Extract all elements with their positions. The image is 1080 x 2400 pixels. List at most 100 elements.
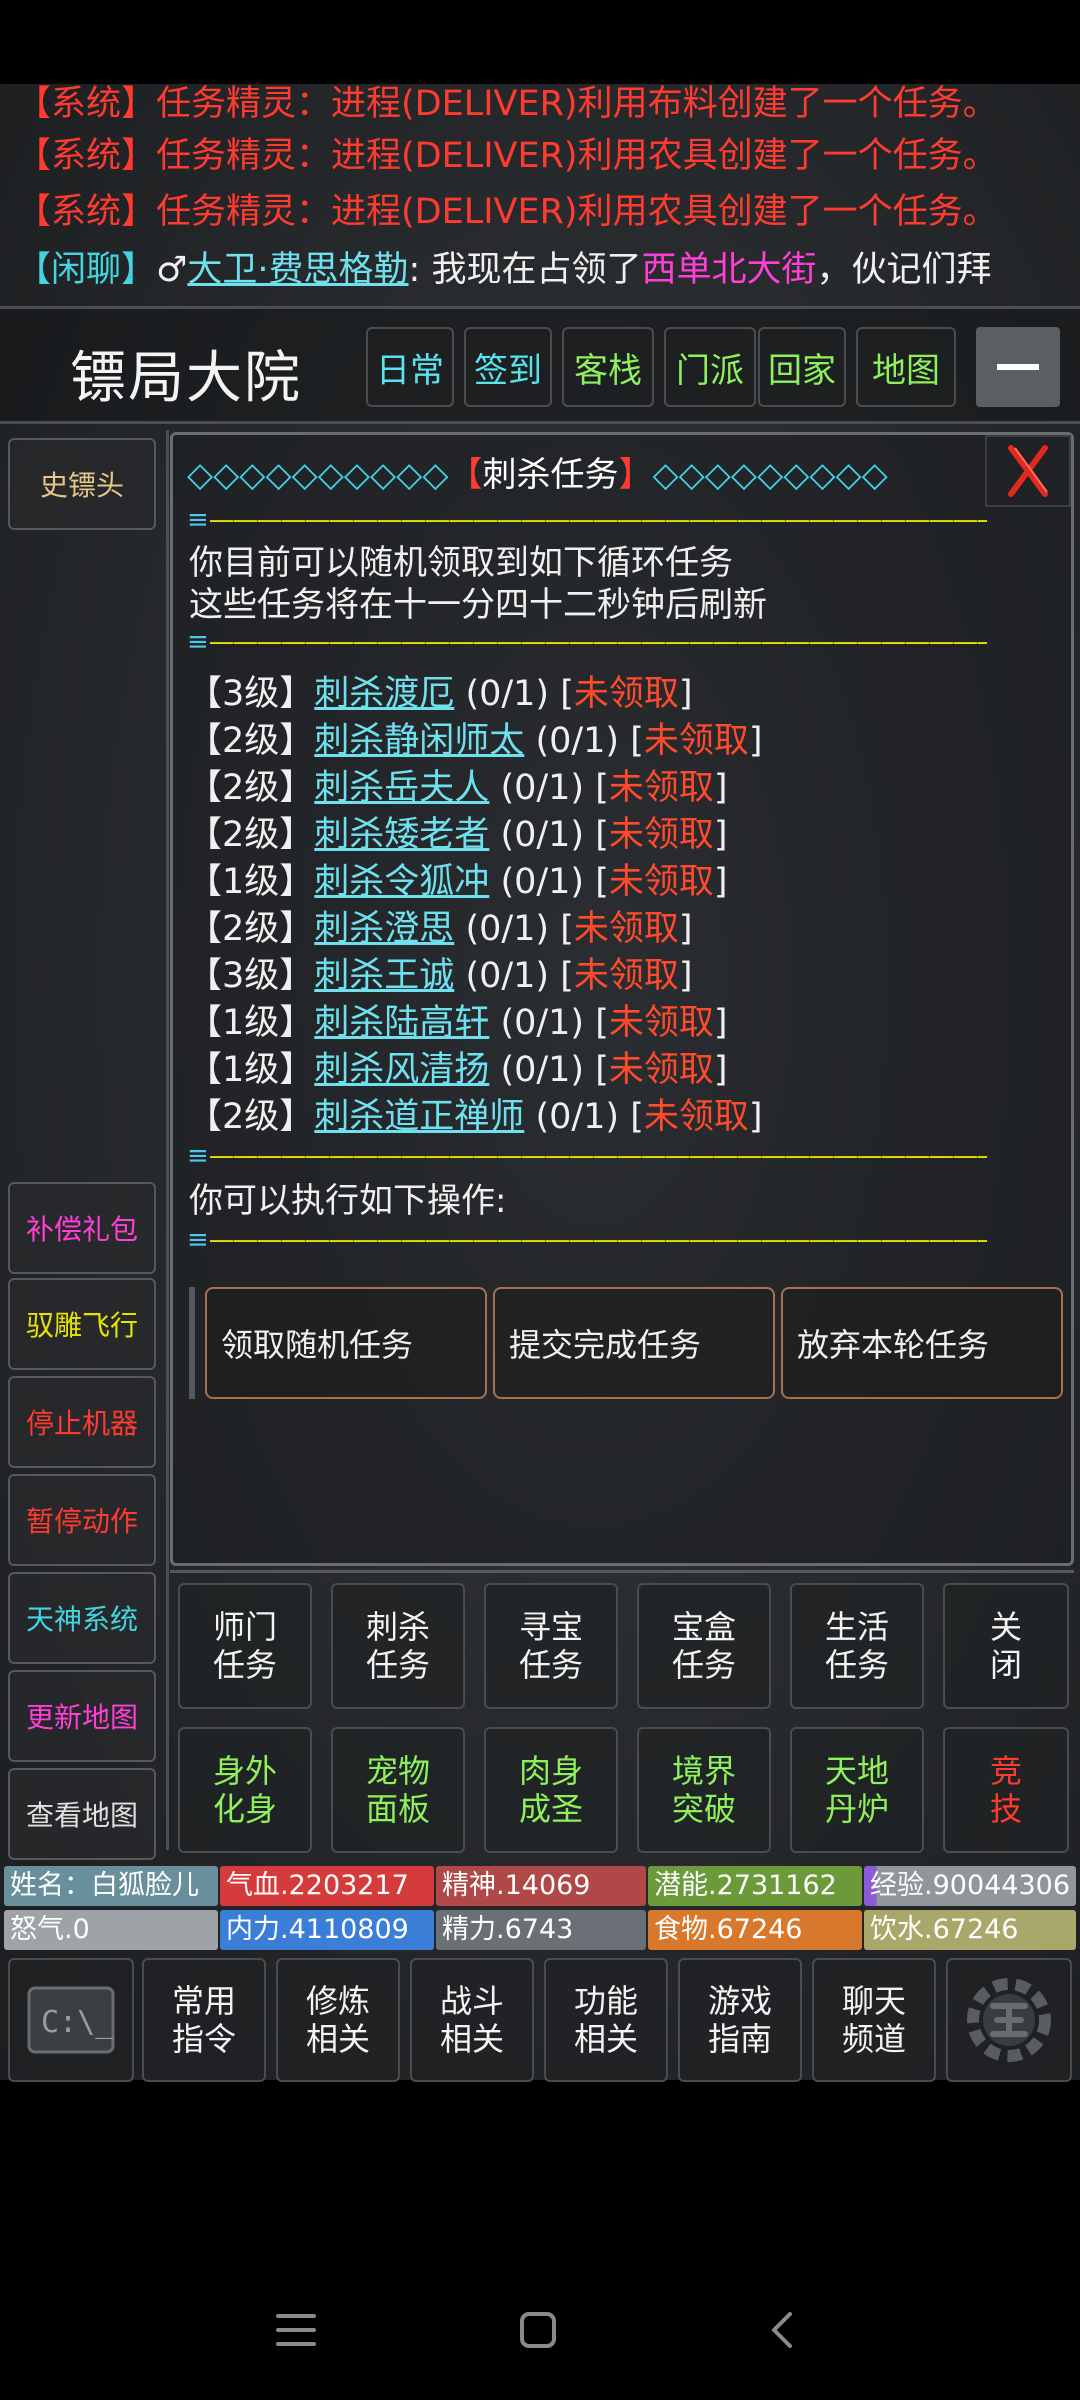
cultivation-button[interactable]: 修炼 相关 xyxy=(276,1958,400,2082)
view-map-button[interactable]: 查看地图 xyxy=(8,1768,156,1860)
chat-line: 【系统】任务精灵：进程(DELIVER)利用布料创建了一个任务。 xyxy=(16,84,998,124)
chat-text: 任务精灵：进程(DELIVER)利用布料创建了一个任务。 xyxy=(156,84,998,124)
close-menu-button[interactable]: 关 闭 xyxy=(943,1583,1069,1709)
life-task-button[interactable]: 生活 任务 xyxy=(790,1583,924,1709)
chat-feed[interactable]: 【系统】任务精灵：进程(DELIVER)利用布料创建了一个任务。 【系统】任务精… xyxy=(0,84,1080,310)
diamond-decoration: ◇◇◇◇◇◇◇◇◇ xyxy=(652,455,888,495)
chat-idle-tag: 【闲聊】 xyxy=(16,250,157,290)
chat-text: : 我现在占领了 xyxy=(408,250,642,290)
stat-neili: 内力.4110809 xyxy=(220,1910,434,1950)
treasure-task-button[interactable]: 寻宝 任务 xyxy=(484,1583,618,1709)
chat-system-tag: 【系统】 xyxy=(16,136,157,176)
close-button[interactable] xyxy=(985,435,1071,507)
diamond-decoration: ◇◇◇◇◇◇◇◇◇◇ xyxy=(187,455,449,495)
task-link[interactable]: 刺杀岳夫人 xyxy=(314,768,489,808)
svg-text:C:\_: C:\_ xyxy=(41,2005,114,2040)
daily-button[interactable]: 日常 xyxy=(366,327,454,407)
eagle-flight-button[interactable]: 驭雕飞行 xyxy=(8,1278,156,1370)
chat-system-tag: 【系统】 xyxy=(16,192,157,232)
task-link[interactable]: 刺杀王诚 xyxy=(314,956,454,996)
task-row: 【2级】刺杀道正禅师 (0/1) [未领取] xyxy=(187,1097,763,1137)
chat-user-link[interactable]: 大卫·费思格勒 xyxy=(187,250,408,290)
pause-action-button[interactable]: 暂停动作 xyxy=(8,1474,156,1566)
system-navigation-bar xyxy=(0,2260,1080,2400)
main-menu-button[interactable] xyxy=(946,1958,1072,2082)
task-link[interactable]: 刺杀陆高轩 xyxy=(314,1003,489,1043)
dialog-header: ◇◇◇◇◇◇◇◇◇◇【刺杀任务】◇◇◇◇◇◇◇◇◇ xyxy=(187,447,888,496)
divider xyxy=(166,430,169,1850)
task-row: 【2级】刺杀静闲师太 (0/1) [未领取] xyxy=(187,721,763,761)
minimize-button[interactable] xyxy=(976,327,1060,407)
submit-task-button[interactable]: 提交完成任务 xyxy=(493,1287,775,1399)
bottom-command-bar: C:\_ 常用 指令 修炼 相关 战斗 相关 功能 相关 游戏 指南 聊天 频道 xyxy=(0,1950,1080,2090)
body-sage-button[interactable]: 肉身 成圣 xyxy=(484,1727,618,1853)
chat-place-link[interactable]: 西单北大街 xyxy=(641,250,816,290)
separator: ≡——————————————————————————————————≡ xyxy=(187,1141,987,1171)
arena-button[interactable]: 竞 技 xyxy=(943,1727,1069,1853)
home-button[interactable]: 回家 xyxy=(758,327,846,407)
function-button[interactable]: 功能 相关 xyxy=(544,1958,668,2082)
pet-panel-button[interactable]: 宠物 面板 xyxy=(331,1727,465,1853)
action-bar-marker xyxy=(189,1287,195,1399)
male-icon: ♂ xyxy=(156,250,188,290)
abandon-round-button[interactable]: 放弃本轮任务 xyxy=(781,1287,1063,1399)
common-commands-button[interactable]: 常用 指令 xyxy=(142,1958,266,2082)
map-button[interactable]: 地图 xyxy=(856,327,956,407)
chat-channel-button[interactable]: 聊天 频道 xyxy=(812,1958,936,2082)
master-task-button[interactable]: 师门 任务 xyxy=(178,1583,312,1709)
minus-icon xyxy=(997,364,1039,370)
box-task-button[interactable]: 宝盒 任务 xyxy=(637,1583,771,1709)
god-system-button[interactable]: 天神系统 xyxy=(8,1572,156,1664)
task-link[interactable]: 刺杀矮老者 xyxy=(314,815,489,855)
location-header: 镖局大院 日常 签到 客栈 门派 回家 地图 xyxy=(0,306,1080,424)
stat-energy: 精力.6743 xyxy=(436,1910,646,1950)
task-row: 【1级】刺杀风清扬 (0/1) [未领取] xyxy=(187,1050,728,1090)
task-link[interactable]: 刺杀澄思 xyxy=(314,909,454,949)
task-row: 【3级】刺杀王诚 (0/1) [未领取] xyxy=(187,956,693,996)
task-link[interactable]: 刺杀静闲师太 xyxy=(314,721,524,761)
back-icon[interactable] xyxy=(766,2310,796,2350)
checkin-button[interactable]: 签到 xyxy=(464,327,552,407)
close-x-icon xyxy=(1008,445,1048,497)
realm-breakthrough-button[interactable]: 境界 突破 xyxy=(637,1727,771,1853)
stat-rage: 怒气.0 xyxy=(4,1910,218,1950)
game-guide-button[interactable]: 游戏 指南 xyxy=(678,1958,802,2082)
inn-button[interactable]: 客栈 xyxy=(562,327,654,407)
update-map-button[interactable]: 更新地图 xyxy=(8,1670,156,1762)
assassinate-task-button[interactable]: 刺杀 任务 xyxy=(331,1583,465,1709)
separator: ≡——————————————————————————————————≡ xyxy=(187,627,987,657)
menu-icon[interactable] xyxy=(274,2310,318,2350)
stat-name: 姓名：白狐脸儿 xyxy=(4,1866,218,1906)
avatar-clone-button[interactable]: 身外 化身 xyxy=(178,1727,312,1853)
task-row: 【1级】刺杀陆高轩 (0/1) [未领取] xyxy=(187,1003,728,1043)
chat-text: ，伙记们拜 xyxy=(816,250,992,290)
main-gear-icon xyxy=(967,1978,1051,2062)
home-icon[interactable] xyxy=(518,2310,558,2350)
stop-machine-button[interactable]: 停止机器 xyxy=(8,1376,156,1468)
assassination-task-dialog: ◇◇◇◇◇◇◇◇◇◇【刺杀任务】◇◇◇◇◇◇◇◇◇ ≡—————————————… xyxy=(170,432,1074,1566)
task-link[interactable]: 刺杀渡厄 xyxy=(314,674,454,714)
alchemy-furnace-button[interactable]: 天地 丹炉 xyxy=(790,1727,924,1853)
task-row: 【2级】刺杀矮老者 (0/1) [未领取] xyxy=(187,815,728,855)
stat-hp: 气血.2203217 xyxy=(220,1866,434,1906)
chat-text: 任务精灵：进程(DELIVER)利用农具创建了一个任务。 xyxy=(156,192,998,232)
chat-line: 【系统】任务精灵：进程(DELIVER)利用农具创建了一个任务。 xyxy=(16,136,998,176)
console-icon: C:\_ xyxy=(27,1986,115,2054)
sect-button[interactable]: 门派 xyxy=(664,327,756,407)
operations-label: 你可以执行如下操作: xyxy=(189,1181,507,1221)
console-button[interactable]: C:\_ xyxy=(8,1958,134,2082)
compensation-gift-button[interactable]: 补偿礼包 xyxy=(8,1182,156,1274)
chat-text: 任务精灵：进程(DELIVER)利用农具创建了一个任务。 xyxy=(156,136,998,176)
task-row: 【3级】刺杀渡厄 (0/1) [未领取] xyxy=(187,674,693,714)
separator: ≡——————————————————————————————————≡ xyxy=(187,505,987,535)
npc-shi-biaotou-button[interactable]: 史镖头 xyxy=(8,438,156,530)
task-link[interactable]: 刺杀风清扬 xyxy=(314,1050,489,1090)
refresh-timer-line: 这些任务将在十一分四十二秒钟后刷新 xyxy=(189,585,767,625)
task-row: 【1级】刺杀令狐冲 (0/1) [未领取] xyxy=(187,862,728,902)
accept-random-task-button[interactable]: 领取随机任务 xyxy=(205,1287,487,1399)
combat-button[interactable]: 战斗 相关 xyxy=(410,1958,534,2082)
task-link[interactable]: 刺杀道正禅师 xyxy=(314,1097,524,1137)
stat-potential: 潜能.2731162 xyxy=(648,1866,862,1906)
task-link[interactable]: 刺杀令狐冲 xyxy=(314,862,489,902)
task-menu-grid: 师门 任务 刺杀 任务 寻宝 任务 宝盒 任务 生活 任务 关 闭 身外 化身 … xyxy=(170,1570,1074,1856)
